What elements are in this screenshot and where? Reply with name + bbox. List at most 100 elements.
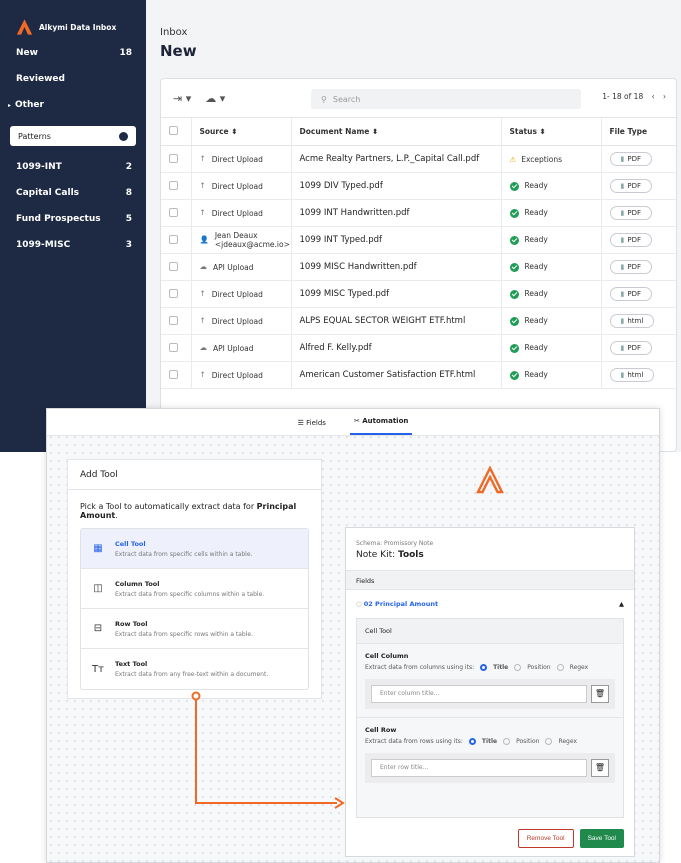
document-name-cell[interactable]: 1099 INT Handwritten.pdf: [290, 199, 501, 227]
table-row[interactable]: ↑ Direct Upload 1099 DIV Typed.pdf Ready …: [161, 172, 676, 200]
breadcrumb[interactable]: Inbox: [160, 27, 187, 38]
search-input[interactable]: ⚲ Search: [311, 89, 581, 109]
radio-title[interactable]: [468, 738, 476, 745]
document-name-cell[interactable]: 1099 INT Typed.pdf: [290, 226, 501, 254]
radio-position[interactable]: [503, 738, 511, 745]
status-cell: Ready: [500, 280, 601, 308]
tab-fields[interactable]: ☰ Fields: [294, 419, 330, 435]
field-principal-amount[interactable]: ○ 02 Principal Amount ▲: [346, 590, 634, 618]
column-title-input[interactable]: Enter column title...: [371, 685, 587, 703]
row-checkbox[interactable]: [169, 315, 178, 325]
row-select-cell: [161, 307, 191, 335]
save-tool-button[interactable]: Save Tool: [579, 829, 624, 848]
check-circle-icon: [509, 235, 519, 245]
tool-option-column[interactable]: ◫ Column Tool Extract data from specific c…: [81, 569, 308, 609]
section-title: Cell Row: [365, 726, 397, 734]
source-cell: ☁ API Upload: [190, 334, 291, 362]
column-header-source[interactable]: Source ⬍: [190, 117, 291, 146]
row-checkbox[interactable]: [169, 261, 178, 271]
table-row[interactable]: ↑ Direct Upload ALPS EQUAL SECTOR WEIGHT …: [161, 307, 676, 335]
row-checkbox[interactable]: [169, 288, 178, 298]
radio-title[interactable]: [480, 664, 488, 671]
status-text: Exceptions: [521, 154, 563, 164]
source-cell: ↑ Direct Upload: [190, 361, 291, 389]
upload-arrow-icon: ↑: [199, 208, 206, 218]
import-menu-icon[interactable]: ⇥ ▾: [173, 92, 191, 105]
row-checkbox[interactable]: [169, 180, 178, 190]
document-name-cell[interactable]: American Customer Satisfaction ETF.html: [290, 361, 501, 389]
remove-tool-button[interactable]: Remove Tool: [517, 829, 574, 848]
tool-option-cell[interactable]: ▦ Cell Tool Extract data from specific cel…: [81, 529, 308, 569]
table-row[interactable]: ☁ API Upload 1099 MISC Handwritten.pdf Re…: [161, 253, 676, 281]
column-header-status[interactable]: Status ⬍: [500, 117, 601, 146]
table-row[interactable]: ↑ Direct Upload Acme Realty Partners, L.P…: [161, 145, 676, 173]
documents-table: Source ⬍ Document Name ⬍ Status ⬍ File T…: [161, 117, 676, 389]
row-title-input[interactable]: Enter row title...: [371, 759, 587, 777]
column-header-document-name[interactable]: Document Name ⬍: [290, 117, 501, 146]
tool-option-row[interactable]: ⊟ Row Tool Extract data from specific rows…: [81, 609, 308, 649]
sidebar-item-reviewed[interactable]: Reviewed: [0, 66, 146, 92]
document-name-cell[interactable]: 1099 DIV Typed.pdf: [290, 172, 501, 200]
file-type-text: PDF: [627, 290, 641, 298]
sidebar-pattern-1099-misc[interactable]: 1099-MISC 3: [0, 232, 146, 258]
field-dot-icon: ○: [356, 600, 362, 608]
radio-regex[interactable]: [556, 664, 564, 671]
file-type-badge: ▮ html: [609, 314, 655, 328]
tab-automation[interactable]: ✂ Automation: [349, 417, 413, 435]
file-type-text: PDF: [627, 344, 641, 352]
sidebar-item-count: 5: [125, 214, 132, 224]
file-type-cell: ▮ html: [600, 361, 676, 389]
search-icon: ⚲: [321, 94, 327, 104]
column-label: File Type: [609, 127, 648, 136]
file-icon: ▮: [620, 317, 625, 325]
row-checkbox[interactable]: [169, 234, 178, 244]
tool-option-text[interactable]: Tт Text Tool Extract data from any free-te…: [81, 649, 308, 689]
trash-icon[interactable]: 🗑: [591, 759, 609, 777]
row-checkbox[interactable]: [169, 153, 178, 163]
file-type-cell: ▮ PDF: [600, 145, 676, 173]
document-name-cell[interactable]: ALPS EQUAL SECTOR WEIGHT ETF.html: [290, 307, 501, 335]
sidebar-item-other[interactable]: ▸ Other: [0, 92, 146, 118]
tool-name: Cell Tool: [115, 539, 146, 548]
sidebar-pattern-1099-int[interactable]: 1099-INT 2: [0, 154, 146, 180]
app-logo[interactable]: Alkymi Data Inbox: [0, 0, 146, 40]
table-row[interactable]: ↑ Direct Upload 1099 MISC Typed.pdf Ready…: [161, 280, 676, 308]
table-row[interactable]: ↑ Direct Upload 1099 INT Handwritten.pdf …: [161, 199, 676, 227]
file-icon: ▮: [620, 344, 625, 352]
upload-menu-icon[interactable]: ☁ ▾: [205, 92, 225, 105]
document-name-cell[interactable]: Acme Realty Partners, L.P._Capital Call.…: [290, 145, 501, 173]
sidebar-pattern-fund-prospectus[interactable]: Fund Prospectus 5: [0, 206, 146, 232]
sidebar-item-label: 1099-INT: [16, 162, 62, 172]
document-name-cell[interactable]: 1099 MISC Handwritten.pdf: [290, 253, 501, 281]
row-checkbox[interactable]: [169, 342, 178, 352]
select-all-cell: [161, 117, 191, 146]
user-icon: 👤: [199, 235, 209, 244]
sidebar-pattern-capital-calls[interactable]: Capital Calls 8: [0, 180, 146, 206]
next-page-icon[interactable]: ›: [663, 92, 666, 101]
row-checkbox[interactable]: [169, 369, 178, 379]
file-icon: ▮: [620, 236, 625, 244]
file-type-badge: ▮ PDF: [609, 152, 652, 166]
trash-icon[interactable]: 🗑: [591, 685, 609, 703]
tool-desc: Extract data from specific rows within a…: [115, 630, 254, 638]
sidebar-item-new[interactable]: New 18: [0, 40, 146, 66]
select-all-checkbox[interactable]: [169, 126, 178, 135]
check-circle-icon: [509, 289, 519, 299]
chevron-up-icon[interactable]: ▲: [619, 600, 624, 608]
add-tool-description: Pick a Tool to automatically extract dat…: [68, 490, 321, 528]
table-row[interactable]: ↑ Direct Upload American Customer Satisfa…: [161, 361, 676, 389]
table-row[interactable]: 👤 Jean Deaux <jdeaux@acme.io> 1099 INT Ty…: [161, 226, 676, 254]
document-name-cell[interactable]: Alfred F. Kelly.pdf: [290, 334, 501, 362]
row-select-cell: [161, 361, 191, 389]
row-checkbox[interactable]: [169, 207, 178, 217]
patterns-selector[interactable]: Patterns: [10, 126, 136, 146]
radio-position[interactable]: [514, 664, 522, 671]
table-row[interactable]: ☁ API Upload Alfred F. Kelly.pdf Ready ▮ P…: [161, 334, 676, 362]
radio-regex[interactable]: [545, 738, 553, 745]
pagination: 1- 18 of 18 ‹ ›: [602, 92, 666, 101]
row-select-cell: [161, 226, 191, 254]
column-header-file-type[interactable]: File Type: [600, 117, 676, 146]
prev-page-icon[interactable]: ‹: [652, 92, 655, 101]
document-name-cell[interactable]: 1099 MISC Typed.pdf: [290, 280, 501, 308]
status-cell: Ready: [500, 334, 601, 362]
